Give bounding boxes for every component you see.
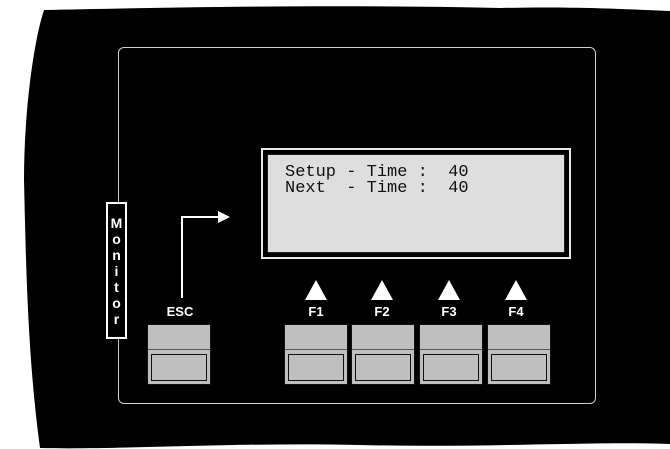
monitor-letter: n [112,246,121,263]
lcd-screen: Setup - Time : 40 Next - Time : 40 [267,154,565,253]
monitor-letter: M [110,214,123,231]
f1-up-arrow-icon [305,280,327,300]
f3-label: F3 [441,304,457,319]
monitor-letter: o [112,294,121,311]
monitor-letter: t [114,278,119,295]
f3-up-arrow-icon [438,280,460,300]
f2-up-arrow-icon [371,280,393,300]
f4-label: F4 [508,304,524,319]
f1-label: F1 [308,304,324,319]
monitor-letter: o [112,230,121,247]
monitor-tab[interactable]: M o n i t o r [106,202,127,339]
esc-label: ESC [166,304,194,319]
lcd-line-2: Next - Time : 40 [285,179,469,198]
f4-button[interactable] [487,324,551,385]
lcd-display: Setup - Time : 40 Next - Time : 40 [261,148,571,259]
esc-button[interactable] [147,324,211,385]
f2-label: F2 [374,304,390,319]
monitor-letter: i [114,262,119,279]
f4-up-arrow-icon [505,280,527,300]
f1-button[interactable] [284,324,348,385]
f3-button[interactable] [419,324,483,385]
f2-button[interactable] [351,324,415,385]
monitor-letter: r [113,310,120,327]
